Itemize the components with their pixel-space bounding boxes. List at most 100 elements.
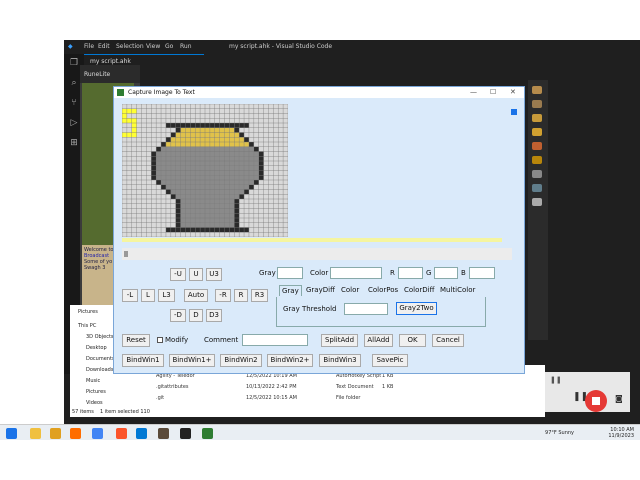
- chrome-icon[interactable]: [92, 428, 103, 439]
- vscode-logo-icon: ◆: [68, 43, 73, 50]
- bindwin1plus-button[interactable]: BindWin1+: [169, 354, 215, 367]
- yellow-guide-line: [122, 238, 502, 242]
- move-right-minus-button[interactable]: -R: [215, 289, 231, 302]
- start-icon[interactable]: [6, 428, 17, 439]
- search-icon[interactable]: ⌕: [68, 78, 80, 90]
- bindwin1-button[interactable]: BindWin1: [122, 354, 164, 367]
- gray-threshold-field[interactable]: [344, 303, 388, 315]
- info-icon[interactable]: [532, 170, 542, 178]
- tab-gray[interactable]: Gray: [279, 285, 302, 296]
- pixel-grid[interactable]: [122, 104, 288, 237]
- tab-color[interactable]: Color: [339, 285, 361, 296]
- folder-icon[interactable]: [50, 428, 61, 439]
- menu-file[interactable]: File: [84, 43, 94, 50]
- settings-icon[interactable]: [532, 198, 542, 206]
- autohotkey-icon[interactable]: [202, 428, 213, 439]
- nav-item[interactable]: Documents: [86, 356, 115, 362]
- editor-tab-label: my script.ahk: [90, 58, 131, 65]
- move-left-minus-button[interactable]: -L: [122, 289, 138, 302]
- coins-icon[interactable]: [532, 128, 542, 136]
- bindwin2plus-button[interactable]: BindWin2+: [267, 354, 313, 367]
- file-explorer-icon[interactable]: [30, 428, 41, 439]
- runelite-taskbar-icon[interactable]: [158, 428, 169, 439]
- move-down-minus-button[interactable]: -D: [170, 309, 186, 322]
- move-up-left-button[interactable]: -U: [170, 268, 186, 281]
- move-up3-button[interactable]: U3: [206, 268, 222, 281]
- nav-item[interactable]: 3D Objects: [86, 334, 114, 340]
- vscode-taskbar-icon[interactable]: [136, 428, 147, 439]
- notes-icon[interactable]: [532, 114, 542, 122]
- nav-item[interactable]: Videos: [86, 400, 103, 406]
- extensions-icon[interactable]: ⊞: [68, 138, 80, 150]
- menu-edit[interactable]: Edit: [98, 43, 110, 50]
- move-left3-button[interactable]: L3: [158, 289, 175, 302]
- menu-selection[interactable]: Selection: [116, 43, 144, 50]
- savepic-button[interactable]: SavePic: [372, 354, 408, 367]
- run-debug-icon[interactable]: ▷: [68, 118, 80, 130]
- close-icon[interactable]: ✕: [510, 88, 516, 96]
- system-tray[interactable]: 97°F Sunny 10:10 AM 11/9/2023: [545, 427, 634, 439]
- gray2two-button[interactable]: Gray2Two: [396, 302, 437, 315]
- source-control-icon[interactable]: ⑂: [68, 98, 80, 110]
- g-field[interactable]: [434, 267, 458, 279]
- reset-button[interactable]: Reset: [122, 334, 150, 347]
- vscode-titlebar: ◆ File Edit Selection View Go Run my scr…: [64, 40, 640, 54]
- bindwin2-button[interactable]: BindWin2: [220, 354, 262, 367]
- move-up-button[interactable]: U: [189, 268, 203, 281]
- scroll-thumb[interactable]: [511, 109, 517, 115]
- ok-button[interactable]: OK: [399, 334, 426, 347]
- camera-icon[interactable]: ◙: [615, 394, 623, 403]
- obs-icon[interactable]: [180, 428, 191, 439]
- alladd-button[interactable]: AllAdd: [364, 334, 393, 347]
- vertical-scrollbar[interactable]: [509, 99, 519, 241]
- modify-checkbox[interactable]: [157, 337, 163, 343]
- r-field[interactable]: [398, 267, 423, 279]
- world-icon[interactable]: [532, 184, 542, 192]
- b-label: B: [461, 269, 466, 277]
- bindwin3-button[interactable]: BindWin3: [319, 354, 361, 367]
- move-right3-button[interactable]: R3: [251, 289, 268, 302]
- files-icon[interactable]: ❐: [68, 58, 80, 70]
- menu-go[interactable]: Go: [165, 43, 173, 50]
- comment-field[interactable]: [242, 334, 308, 346]
- b-field[interactable]: [469, 267, 495, 279]
- firefox-icon[interactable]: [70, 428, 81, 439]
- cancel-button[interactable]: Cancel: [432, 334, 464, 347]
- wrench-icon[interactable]: [532, 86, 542, 94]
- scroll-thumb[interactable]: [124, 251, 128, 257]
- gray-field[interactable]: [277, 267, 303, 279]
- nav-item[interactable]: Music: [86, 378, 100, 384]
- menu-view[interactable]: View: [146, 43, 160, 50]
- trophy-icon[interactable]: [532, 142, 542, 150]
- pause-icon[interactable]: ❚❚: [550, 376, 562, 384]
- color-field[interactable]: [330, 267, 382, 279]
- nav-item[interactable]: Desktop: [86, 345, 107, 351]
- nav-item[interactable]: Pictures: [86, 389, 106, 395]
- horizontal-scrollbar[interactable]: [122, 248, 512, 260]
- maximize-icon[interactable]: ☐: [490, 88, 496, 96]
- brave-icon[interactable]: [116, 428, 127, 439]
- tab-colordiff[interactable]: ColorDiff: [402, 285, 436, 296]
- splitadd-button[interactable]: SplitAdd: [321, 334, 358, 347]
- xp-icon[interactable]: [532, 156, 542, 164]
- file-type: File folder: [336, 395, 361, 401]
- table-row[interactable]: Agility - Teledor 12/5/2022 10:19 AM Aut…: [156, 373, 536, 381]
- table-row[interactable]: .gitattributes 10/13/2022 2:42 PM Text D…: [156, 384, 536, 392]
- nav-item[interactable]: This PC: [78, 323, 96, 329]
- tab-graydiff[interactable]: GrayDiff: [304, 285, 337, 296]
- minimize-icon[interactable]: —: [470, 88, 477, 96]
- tab-colorpos[interactable]: ColorPos: [366, 285, 400, 296]
- move-down3-button[interactable]: D3: [206, 309, 222, 322]
- capture-dialog: Capture Image To Text — ☐ ✕ -U U U3 -L L…: [113, 86, 525, 374]
- move-left-button[interactable]: L: [141, 289, 155, 302]
- stop-record-button[interactable]: [585, 390, 607, 412]
- tab-multicolor[interactable]: MultiColor: [438, 285, 477, 296]
- move-down-button[interactable]: D: [189, 309, 203, 322]
- hiscore-icon[interactable]: [532, 100, 542, 108]
- nav-item[interactable]: Downloads: [86, 367, 113, 373]
- move-right-button[interactable]: R: [234, 289, 248, 302]
- auto-button[interactable]: Auto: [184, 289, 208, 302]
- table-row[interactable]: .git 12/5/2022 10:15 AM File folder: [156, 395, 536, 403]
- menu-run[interactable]: Run: [180, 43, 192, 50]
- nav-item[interactable]: Pictures: [78, 309, 98, 315]
